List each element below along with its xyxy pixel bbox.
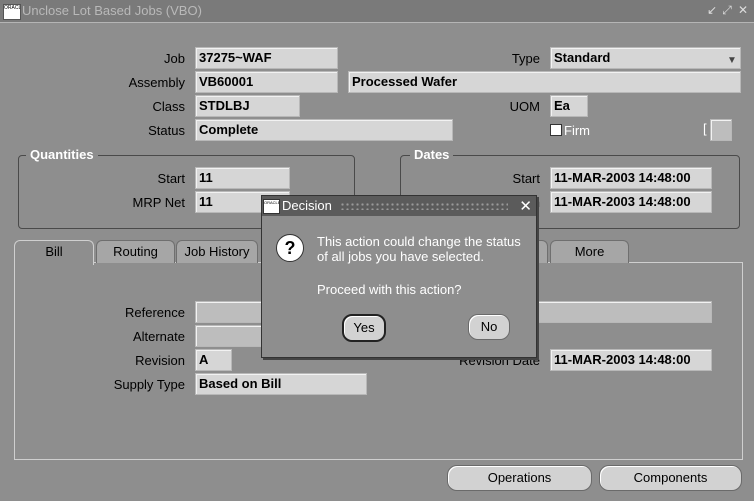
- revision-label: Revision: [135, 353, 185, 368]
- supply-type-field[interactable]: Based on Bill: [195, 373, 367, 395]
- dialog-question: Proceed with this action?: [317, 282, 462, 297]
- tab-job-history[interactable]: Job History: [176, 240, 258, 263]
- completion-date-field[interactable]: 11-MAR-2003 14:48:00: [550, 191, 712, 213]
- operations-button[interactable]: Operations: [447, 465, 592, 491]
- dialog-message: This action could change the status of a…: [317, 234, 521, 264]
- class-label: Class: [152, 99, 185, 114]
- dates-title: Dates: [410, 147, 454, 162]
- assembly-field[interactable]: VB60001: [195, 71, 338, 93]
- window-title: Unclose Lot Based Jobs (VBO): [22, 3, 202, 18]
- qty-start-label: Start: [157, 171, 185, 186]
- no-button[interactable]: No: [468, 314, 510, 340]
- close-window-icon[interactable]: ✕: [736, 3, 750, 17]
- divider: [0, 22, 754, 23]
- uom-field[interactable]: Ea: [550, 95, 588, 117]
- status-label: Status: [148, 123, 185, 138]
- revision-date-field[interactable]: 11-MAR-2003 14:48:00: [550, 349, 712, 371]
- firm-label: Firm: [564, 123, 590, 138]
- qty-start-field[interactable]: 11: [195, 167, 290, 189]
- close-icon[interactable]: ✕: [519, 197, 532, 215]
- chevron-down-icon[interactable]: ▼: [726, 51, 738, 66]
- maximize-icon[interactable]: ⤢: [720, 3, 734, 17]
- quantities-title: Quantities: [26, 147, 98, 162]
- type-value: Standard: [554, 50, 611, 65]
- yes-button[interactable]: Yes: [342, 314, 386, 342]
- tab-bill[interactable]: Bill: [14, 240, 94, 265]
- components-button[interactable]: Components: [599, 465, 742, 491]
- class-field[interactable]: STDLBJ: [195, 95, 300, 117]
- uom-label: UOM: [509, 99, 540, 114]
- reference-label: Reference: [125, 305, 185, 320]
- dates-start-field[interactable]: 11-MAR-2003 14:48:00: [550, 167, 712, 189]
- dialog-title: Decision: [282, 198, 332, 213]
- revision-field[interactable]: A: [195, 349, 232, 371]
- type-select[interactable]: Standard ▼: [550, 47, 741, 69]
- job-label: Job: [164, 51, 185, 66]
- assembly-description-field[interactable]: Processed Wafer: [348, 71, 741, 93]
- tab-routing[interactable]: Routing: [96, 240, 175, 263]
- assembly-label: Assembly: [128, 75, 185, 90]
- mrp-net-label: MRP Net: [132, 195, 186, 210]
- question-icon: ?: [276, 234, 304, 262]
- job-field[interactable]: 37275~WAF: [195, 47, 338, 69]
- dialog-title-pattern: [340, 202, 508, 210]
- tab-more[interactable]: More: [550, 240, 629, 263]
- supply-type-label: Supply Type: [113, 377, 185, 392]
- bracket-open: [: [703, 121, 707, 136]
- alternate-label: Alternate: [132, 329, 185, 344]
- descriptive-flexfield[interactable]: [710, 119, 732, 141]
- dates-start-label: Start: [512, 171, 540, 186]
- status-field[interactable]: Complete: [195, 119, 453, 141]
- oracle-app-icon: ORACLE: [3, 4, 21, 20]
- firm-checkbox[interactable]: [550, 124, 562, 136]
- decision-dialog: ORACLE Decision ✕ ? This action could ch…: [261, 195, 537, 358]
- oracle-dialog-icon: ORACLE: [263, 199, 280, 214]
- type-label: Type: [511, 51, 540, 66]
- minimize-icon[interactable]: ↙: [705, 3, 719, 17]
